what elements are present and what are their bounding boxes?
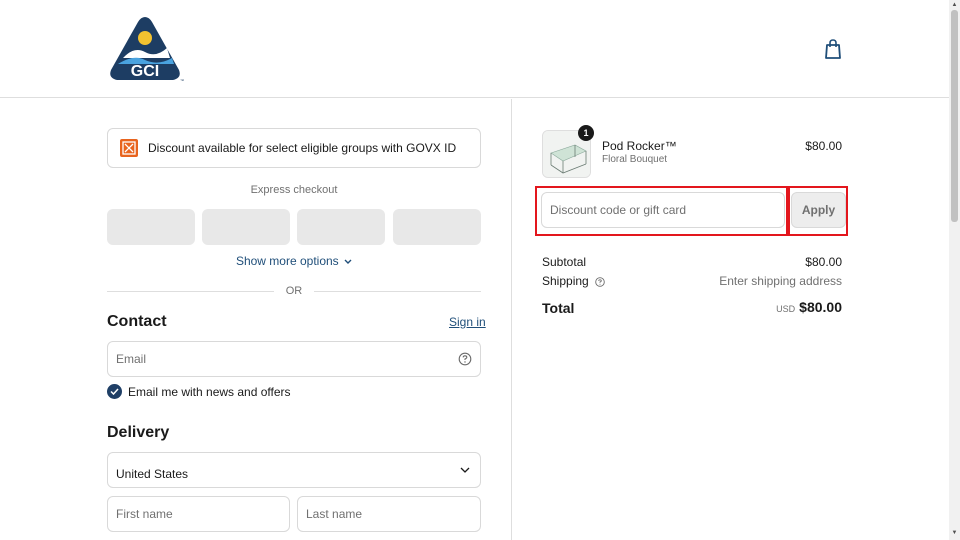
show-more-options-link[interactable]: Show more options bbox=[107, 254, 481, 268]
product-price: $80.00 bbox=[805, 139, 842, 153]
apply-button[interactable]: Apply bbox=[791, 192, 846, 228]
email-field[interactable]: Email bbox=[107, 341, 481, 377]
product-name: Pod Rocker™ bbox=[602, 139, 677, 153]
shopping-bag-icon[interactable] bbox=[823, 38, 843, 60]
scroll-up-arrow[interactable]: ▲ bbox=[951, 2, 958, 9]
svg-text:™: ™ bbox=[180, 78, 184, 83]
first-name-placeholder: First name bbox=[116, 507, 173, 521]
quantity-badge: 1 bbox=[578, 125, 594, 141]
help-circle-icon[interactable] bbox=[458, 352, 472, 366]
total-value-row: USD $80.00 bbox=[776, 299, 842, 315]
product-variant: Floral Bouquet bbox=[602, 154, 668, 165]
help-circle-icon[interactable] bbox=[595, 277, 605, 287]
express-pay-button-3[interactable] bbox=[297, 209, 385, 245]
or-text: OR bbox=[285, 285, 303, 297]
gci-logo[interactable]: GCI ™ bbox=[106, 14, 184, 84]
express-pay-button-2[interactable] bbox=[202, 209, 290, 245]
scroll-down-arrow[interactable]: ▼ bbox=[951, 530, 958, 537]
express-checkout-title: Express checkout bbox=[250, 184, 338, 196]
express-pay-button-1[interactable] bbox=[107, 209, 195, 245]
checkout-form: Discount available for select eligible g… bbox=[0, 99, 511, 540]
govx-icon bbox=[120, 139, 138, 157]
show-more-label: Show more options bbox=[235, 254, 339, 268]
last-name-field[interactable]: Last name bbox=[297, 496, 481, 532]
discount-code-input[interactable]: Discount code or gift card bbox=[541, 192, 785, 228]
scrollbar[interactable]: ▲ ▼ bbox=[949, 0, 960, 540]
total-currency: USD bbox=[776, 304, 796, 314]
country-value: United States bbox=[116, 467, 189, 481]
logo-text: GCI bbox=[131, 63, 159, 80]
discount-placeholder: Discount code or gift card bbox=[550, 203, 687, 217]
check-icon bbox=[110, 388, 119, 395]
govx-banner-text: Discount available for select eligible g… bbox=[148, 141, 457, 155]
country-select[interactable]: United States bbox=[107, 452, 481, 488]
last-name-placeholder: Last name bbox=[306, 507, 363, 521]
shipping-label: Shipping bbox=[542, 274, 589, 288]
delivery-heading: Delivery bbox=[107, 424, 170, 441]
chevron-down-icon bbox=[460, 467, 470, 473]
express-pay-button-4[interactable] bbox=[393, 209, 481, 245]
order-summary: 1 Pod Rocker™ Floral Bouquet $80.00 Disc… bbox=[512, 99, 949, 540]
subtotal-label: Subtotal bbox=[542, 255, 587, 269]
email-placeholder: Email bbox=[116, 352, 147, 366]
govx-banner[interactable]: Discount available for select eligible g… bbox=[107, 128, 481, 168]
first-name-field[interactable]: First name bbox=[107, 496, 290, 532]
or-divider: OR bbox=[107, 283, 481, 299]
shipping-value: Enter shipping address bbox=[719, 274, 842, 288]
total-value: $80.00 bbox=[799, 299, 842, 315]
contact-heading: Contact bbox=[107, 313, 167, 330]
newsletter-label: Email me with news and offers bbox=[128, 384, 291, 399]
scrollbar-thumb[interactable] bbox=[951, 10, 958, 222]
newsletter-checkbox[interactable] bbox=[107, 384, 122, 399]
newsletter-checkbox-row[interactable]: Email me with news and offers bbox=[107, 384, 291, 399]
subtotal-value: $80.00 bbox=[805, 255, 842, 269]
sign-in-link[interactable]: Sign in bbox=[449, 315, 486, 329]
shipping-label-row: Shipping bbox=[542, 274, 605, 288]
site-header: GCI ™ bbox=[0, 0, 949, 98]
total-label: Total bbox=[542, 300, 575, 316]
chevron-down-icon bbox=[344, 259, 352, 264]
